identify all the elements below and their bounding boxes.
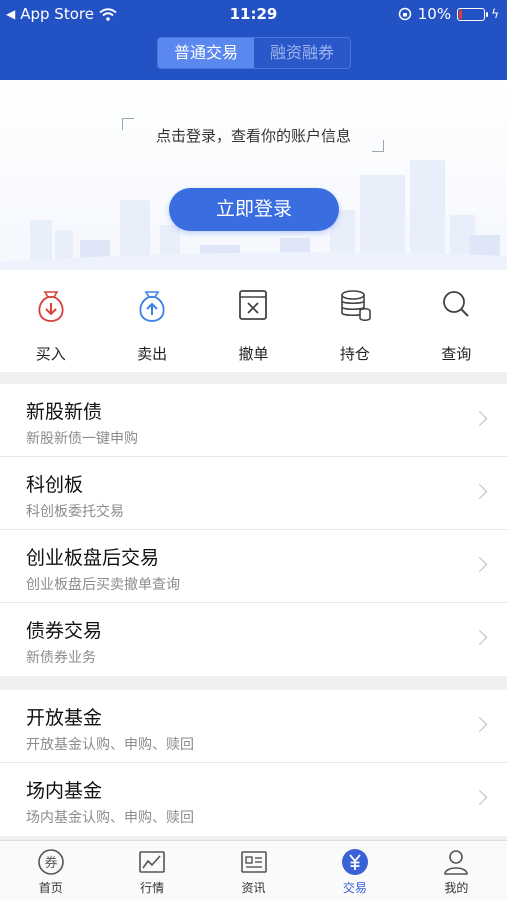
list-item-subtitle: 创业板盘后买卖撤单查询 (26, 577, 180, 593)
list-item-bond-trading[interactable]: 债券交易 新债券业务 (0, 603, 507, 676)
chevron-right-icon (471, 556, 488, 573)
tab-label: 首页 (38, 881, 63, 895)
chevron-right-icon (471, 716, 488, 733)
chevron-right-icon (471, 789, 488, 806)
list-item-title: 新股新债 (26, 401, 103, 423)
charging-icon: ϟ (491, 7, 499, 21)
chevron-right-icon (471, 629, 488, 646)
list-item-subtitle: 科创板委托交易 (26, 504, 124, 520)
menu-group-funds: 开放基金 开放基金认购、申购、赎回 场内基金 场内基金认购、申购、赎回 (0, 690, 507, 836)
action-label: 卖出 (137, 345, 168, 363)
trade-yen-icon (341, 849, 368, 875)
sell-bag-icon (139, 291, 165, 322)
home-coupon-icon: 券 (37, 849, 64, 875)
tab-profile[interactable]: 我的 (406, 841, 507, 900)
trade-type-segmented-control: 普通交易 融资融券 (157, 37, 351, 69)
login-button[interactable]: 立即登录 (169, 188, 339, 231)
list-item-subtitle: 新股新债一键申购 (26, 431, 138, 447)
buy-bag-icon (38, 291, 64, 322)
tab-margin-trade[interactable]: 融资融券 (254, 38, 350, 68)
tab-label: 资讯 (241, 881, 266, 895)
login-tip[interactable]: 点击登录，查看你的账户信息 (0, 125, 507, 146)
tab-label: 行情 (140, 881, 165, 895)
bottom-tab-bar: 券 首页 行情 资讯 交易 我的 (0, 840, 507, 900)
list-item-subtitle: 场内基金认购、申购、赎回 (26, 810, 194, 826)
list-item-title: 科创板 (26, 474, 84, 496)
action-sell[interactable]: 卖出 (101, 270, 202, 372)
quick-actions: 买入 卖出 撤单 持仓 查询 (0, 270, 507, 372)
menu-group-trading: 新股新债 新股新债一键申购 科创板 科创板委托交易 创业板盘后交易 创业板盘后买… (0, 384, 507, 676)
tab-label: 我的 (444, 881, 469, 895)
action-positions[interactable]: 持仓 (304, 270, 405, 372)
chevron-right-icon (471, 483, 488, 500)
list-item-exchange-fund[interactable]: 场内基金 场内基金认购、申购、赎回 (0, 763, 507, 836)
rotation-lock-icon (398, 7, 411, 21)
list-item-subtitle: 新债券业务 (26, 650, 96, 666)
battery-icon (457, 7, 489, 21)
list-item-subtitle: 开放基金认购、申购、赎回 (26, 737, 194, 753)
action-label: 买入 (35, 345, 66, 363)
list-item-ipo[interactable]: 新股新债 新股新债一键申购 (0, 384, 507, 457)
market-chart-icon (139, 851, 165, 873)
coin-stack-icon (341, 290, 371, 322)
svg-text:券: 券 (44, 855, 57, 871)
tab-normal-trade[interactable]: 普通交易 (158, 38, 254, 68)
action-label: 持仓 (339, 345, 370, 363)
chevron-right-icon (471, 410, 488, 427)
header: ◀ App Store 11:29 10% ϟ 普通交易 融资融券 (0, 0, 507, 80)
list-item-title: 开放基金 (26, 707, 103, 729)
tab-market[interactable]: 行情 (101, 841, 202, 900)
status-bar: ◀ App Store 11:29 10% ϟ (0, 0, 507, 28)
tab-label: 交易 (342, 881, 367, 895)
cancel-order-icon (239, 290, 268, 320)
action-label: 撤单 (238, 345, 269, 363)
bracket-decoration (372, 140, 384, 152)
list-item-title: 债券交易 (26, 620, 103, 642)
search-icon (443, 291, 469, 317)
list-item-title: 场内基金 (26, 780, 103, 802)
tab-home[interactable]: 券 首页 (0, 841, 101, 900)
login-banner: 点击登录，查看你的账户信息 立即登录 (0, 80, 507, 270)
action-query[interactable]: 查询 (406, 270, 507, 372)
action-cancel-order[interactable]: 撤单 (203, 270, 304, 372)
list-item-star-market[interactable]: 科创板 科创板委托交易 (0, 457, 507, 530)
tab-news[interactable]: 资讯 (203, 841, 304, 900)
action-label: 查询 (441, 345, 472, 363)
list-item-open-fund[interactable]: 开放基金 开放基金认购、申购、赎回 (0, 690, 507, 763)
tab-trade[interactable]: 交易 (304, 841, 405, 900)
list-item-title: 创业板盘后交易 (26, 547, 160, 569)
profile-icon (444, 850, 469, 875)
battery-percent: 10% (417, 5, 452, 23)
news-icon (240, 851, 267, 873)
list-item-gem-after-hours[interactable]: 创业板盘后交易 创业板盘后买卖撤单查询 (0, 530, 507, 603)
action-buy[interactable]: 买入 (0, 270, 101, 372)
